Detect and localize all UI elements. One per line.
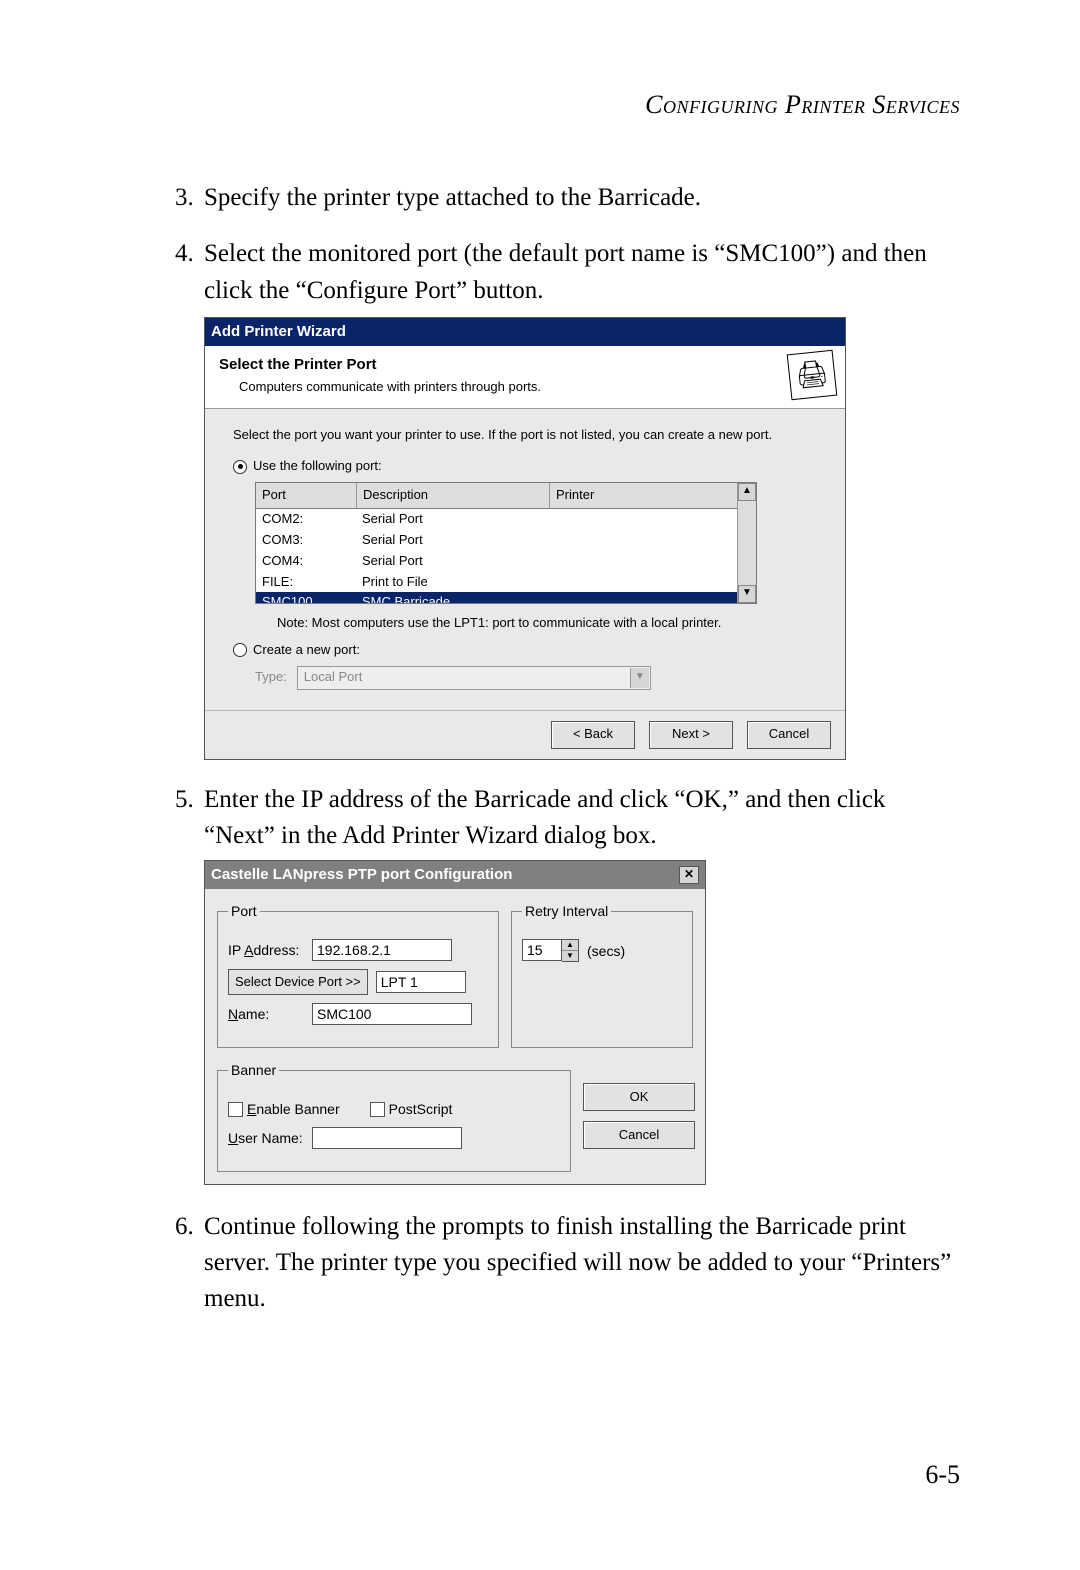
type-label: Type:: [255, 668, 287, 687]
spin-up-icon[interactable]: ▲: [562, 940, 578, 951]
table-row[interactable]: COM2: Serial Port: [256, 509, 756, 530]
back-button[interactable]: < Back: [551, 721, 635, 749]
wizard-heading: Select the Printer Port: [219, 354, 831, 376]
cancel-button[interactable]: Cancel: [747, 721, 831, 749]
retry-spinner[interactable]: ▲▼: [522, 939, 579, 962]
col-printer: Printer: [550, 483, 756, 508]
page-header: Configuring Printer Services: [150, 90, 960, 120]
radio-create-port-label: Create a new port:: [253, 641, 360, 660]
col-desc: Description: [357, 483, 550, 508]
retry-fieldset: Retry Interval ▲▼ (secs): [511, 901, 693, 1048]
port-legend: Port: [228, 901, 260, 921]
chevron-down-icon: ▼: [630, 668, 649, 688]
type-combo: Local Port ▼: [297, 666, 651, 690]
port-config-dialog: Castelle LANpress PTP port Configuration…: [204, 860, 706, 1185]
name-label: Name:: [228, 1004, 304, 1024]
wizard-subheading: Computers communicate with printers thro…: [239, 378, 831, 397]
radio-create-port[interactable]: [233, 643, 247, 657]
banner-fieldset: Banner Enable Banner PostScript User Nam…: [217, 1060, 571, 1172]
scroll-down-icon[interactable]: ▼: [738, 585, 756, 603]
table-row-selected[interactable]: SMC100 SMC Barricade: [256, 592, 756, 603]
ip-label: IP Address:: [228, 940, 304, 960]
device-port-input[interactable]: [376, 971, 466, 993]
ok-button[interactable]: OK: [583, 1083, 695, 1111]
table-row[interactable]: COM3: Serial Port: [256, 530, 756, 551]
table-row[interactable]: FILE: Print to File: [256, 572, 756, 593]
step-4: Select the monitored port (the default p…: [200, 236, 960, 760]
select-device-port-button[interactable]: Select Device Port >>: [228, 969, 368, 995]
scroll-up-icon[interactable]: ▲: [738, 483, 756, 501]
retry-legend: Retry Interval: [522, 901, 611, 921]
postscript-checkbox[interactable]: [370, 1102, 385, 1117]
add-printer-wizard-dialog: Add Printer Wizard Select the Printer Po…: [204, 317, 846, 760]
port-table[interactable]: Port Description Printer COM2: Serial Po…: [255, 482, 757, 604]
step-5-text: Enter the IP address of the Barricade an…: [204, 786, 885, 849]
user-name-label: User Name:: [228, 1128, 304, 1148]
radio-use-port-label: Use the following port:: [253, 457, 382, 476]
banner-legend: Banner: [228, 1060, 279, 1080]
table-row[interactable]: COM4: Serial Port: [256, 551, 756, 572]
step-5: Enter the IP address of the Barricade an…: [200, 782, 960, 1185]
next-button[interactable]: Next >: [649, 721, 733, 749]
retry-unit: (secs): [587, 941, 625, 961]
config-dialog-title: Castelle LANpress PTP port Configuration: [211, 864, 512, 886]
step-3: Specify the printer type attached to the…: [200, 180, 960, 216]
col-port: Port: [256, 483, 357, 508]
port-fieldset: Port IP Address: Select Device Port >> N…: [217, 901, 499, 1048]
dialog-title: Add Printer Wizard: [205, 318, 845, 346]
wizard-intro: Select the port you want your printer to…: [233, 427, 817, 444]
step-4-text: Select the monitored port (the default p…: [204, 240, 927, 303]
cancel-button[interactable]: Cancel: [583, 1121, 695, 1149]
ip-address-input[interactable]: [312, 939, 452, 961]
close-icon[interactable]: ✕: [679, 866, 699, 884]
page-number: 6-5: [925, 1460, 960, 1490]
step-6: Continue following the prompts to finish…: [200, 1209, 960, 1318]
enable-banner-checkbox[interactable]: [228, 1102, 243, 1117]
retry-value-input[interactable]: [522, 939, 562, 961]
wizard-note: Note: Most computers use the LPT1: port …: [277, 614, 817, 633]
scrollbar[interactable]: ▲ ▼: [737, 483, 756, 603]
printer-icon: 🖨: [787, 349, 838, 400]
spin-down-icon[interactable]: ▼: [562, 951, 578, 961]
user-name-input[interactable]: [312, 1127, 462, 1149]
port-name-input[interactable]: [312, 1003, 472, 1025]
radio-use-port[interactable]: [233, 460, 247, 474]
